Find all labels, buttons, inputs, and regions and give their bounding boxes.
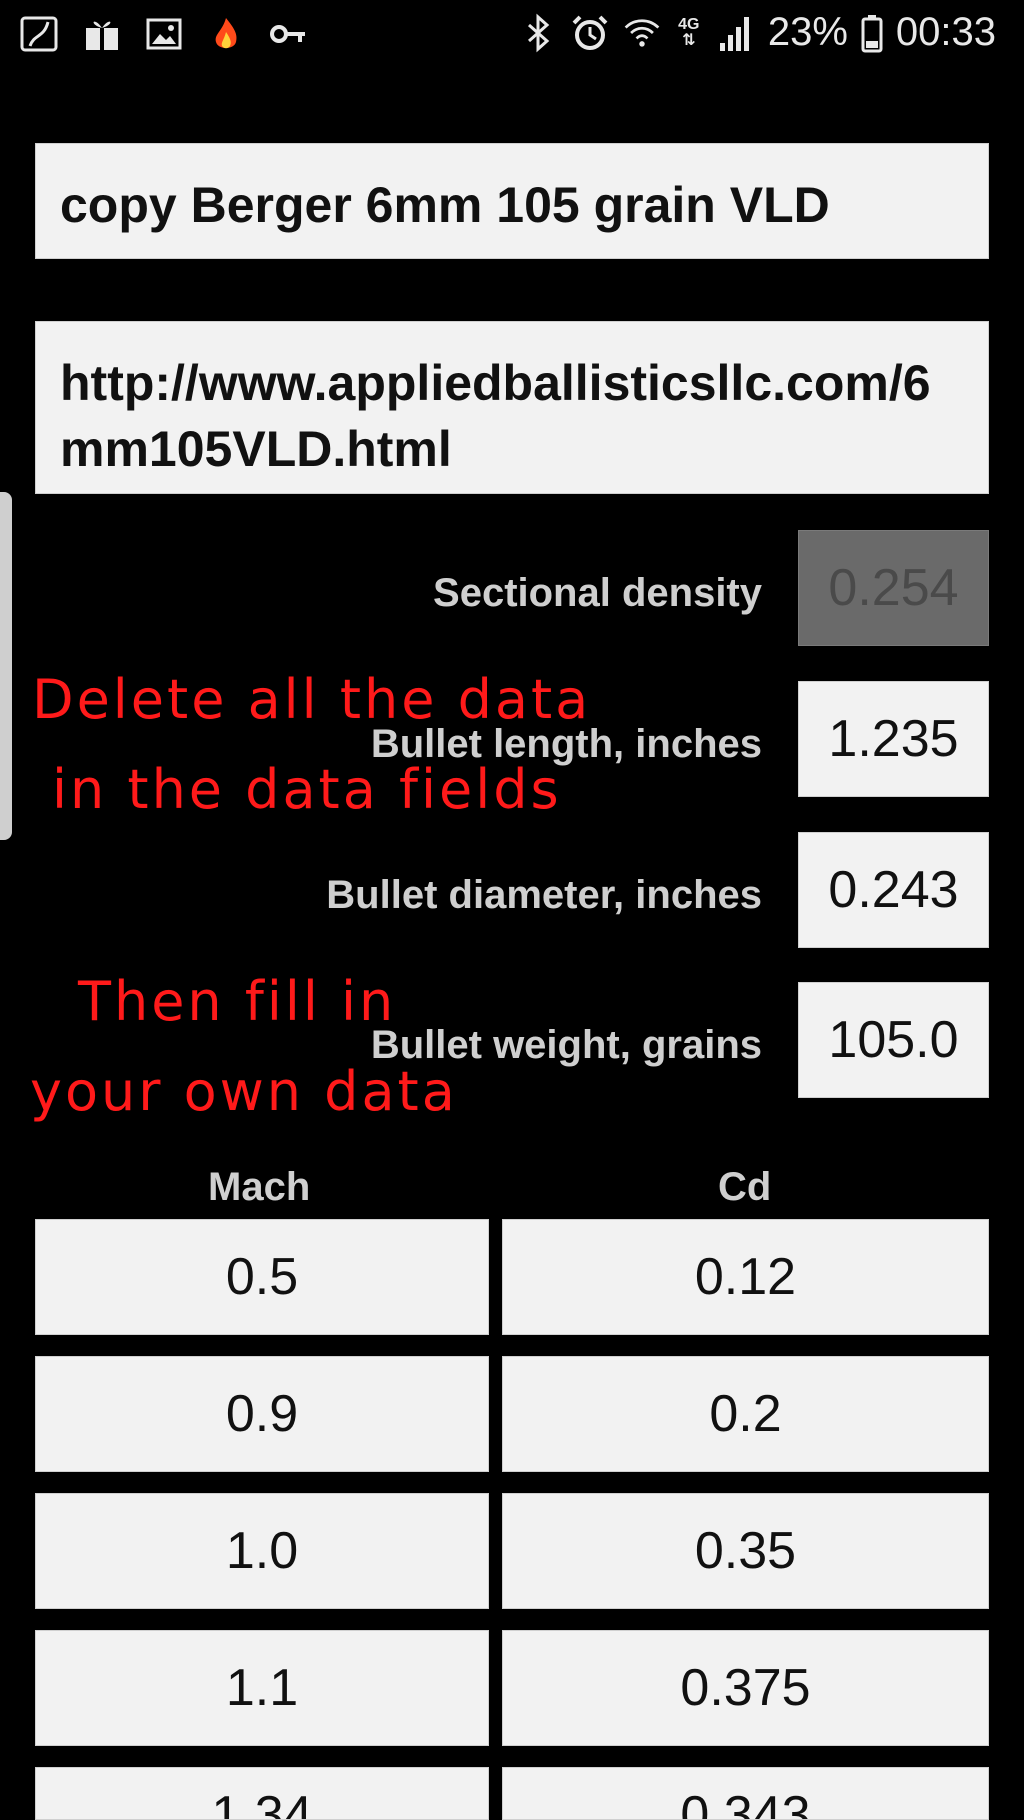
battery-percent: 23% — [767, 10, 848, 54]
cd-column-header: Cd — [718, 1165, 772, 1209]
data-arrows-icon: ⇅ — [682, 31, 696, 49]
mach-cell-2[interactable]: 0.9 — [35, 1356, 489, 1472]
cd-cell-5[interactable]: 0.343 — [502, 1767, 989, 1820]
clock: 00:33 — [895, 10, 996, 54]
mach-cell-1[interactable]: 0.5 — [35, 1219, 489, 1335]
cd-cell-3[interactable]: 0.35 — [502, 1493, 989, 1609]
wifi-icon — [622, 13, 662, 53]
bluetooth-icon — [518, 13, 558, 53]
sectional-density-label: Sectional density — [433, 571, 762, 615]
cd-cell-2[interactable]: 0.2 — [502, 1356, 989, 1472]
annotation-delete-line1: Delete all the data — [32, 668, 592, 731]
edge-panel-handle[interactable] — [0, 492, 12, 840]
annotation-delete-line2: in the data fields — [52, 758, 562, 821]
bullet-url-field[interactable]: http://www.appliedballisticsllc.com/6mm1… — [35, 321, 989, 494]
bullet-diameter-field[interactable]: 0.243 — [798, 832, 989, 948]
cd-cell-5-text: 0.343 — [680, 1786, 811, 1820]
annotation-fill-line2: your own data — [30, 1060, 458, 1123]
bullet-weight-field[interactable]: 105.0 — [798, 982, 989, 1098]
mach-cell-5-text: 1.34 — [211, 1786, 313, 1820]
mach-cell-4[interactable]: 1.1 — [35, 1630, 489, 1746]
sectional-density-value: 0.254 — [798, 530, 989, 646]
bullet-length-field[interactable]: 1.235 — [798, 681, 989, 797]
signal-icon — [716, 13, 756, 53]
mach-cell-5[interactable]: 1.34 — [35, 1767, 489, 1820]
notification-icons — [20, 14, 308, 54]
status-bar: 4G ⇅ 23% 00:33 — [0, 0, 1024, 72]
mach-cell-3[interactable]: 1.0 — [35, 1493, 489, 1609]
image-icon — [144, 14, 184, 54]
gift-icon — [82, 14, 122, 54]
cd-cell-4[interactable]: 0.375 — [502, 1630, 989, 1746]
bullet-name-field[interactable]: copy Berger 6mm 105 grain VLD — [35, 143, 989, 259]
script-icon — [20, 14, 60, 54]
cd-cell-1[interactable]: 0.12 — [502, 1219, 989, 1335]
annotation-fill-line1: Then fill in — [78, 970, 397, 1033]
key-icon — [268, 14, 308, 54]
system-status: 4G ⇅ 23% 00:33 — [518, 10, 996, 55]
alarm-icon — [570, 13, 610, 53]
4g-icon: 4G ⇅ — [674, 13, 704, 53]
network-type: 4G — [678, 15, 700, 33]
battery-icon — [860, 13, 884, 53]
mach-column-header: Mach — [208, 1165, 311, 1209]
bullet-diameter-label: Bullet diameter, inches — [326, 873, 762, 917]
flame-icon — [206, 14, 246, 54]
